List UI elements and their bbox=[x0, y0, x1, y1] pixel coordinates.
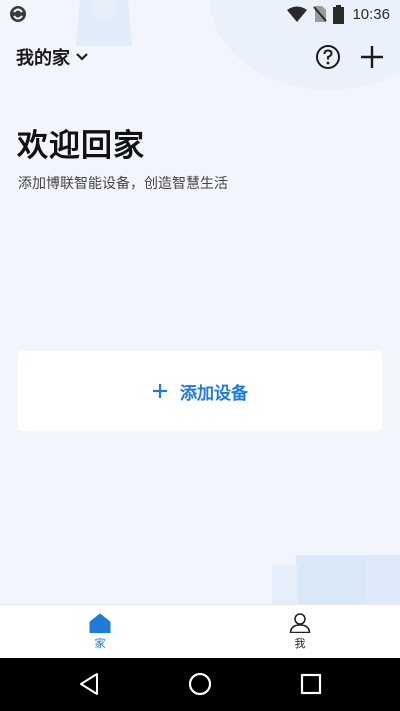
no-sim-icon bbox=[313, 6, 328, 22]
home-selector[interactable]: 我的家 bbox=[16, 44, 88, 70]
bottom-tab-bar: 家 我 bbox=[0, 604, 400, 659]
wifi-icon bbox=[287, 6, 308, 22]
chevron-down-icon bbox=[76, 53, 88, 61]
help-icon[interactable] bbox=[315, 44, 341, 70]
tab-me-label: 我 bbox=[294, 637, 306, 650]
app-screen: 10:36 我的家 欢迎回家 添加博联智能设备，创造智慧生活 添加设备 家 我 bbox=[0, 0, 400, 711]
plus-icon[interactable] bbox=[358, 43, 386, 71]
welcome-title: 欢迎回家 bbox=[17, 128, 145, 164]
tab-home[interactable]: 家 bbox=[0, 605, 200, 659]
tab-home-label: 家 bbox=[94, 637, 106, 650]
home-circle-icon[interactable] bbox=[187, 671, 213, 697]
plus-icon bbox=[153, 384, 167, 398]
system-nav-bar bbox=[0, 658, 400, 711]
recents-icon[interactable] bbox=[298, 671, 324, 697]
welcome-subtitle: 添加博联智能设备，创造智慧生活 bbox=[18, 176, 228, 192]
back-icon[interactable] bbox=[77, 671, 103, 697]
add-device-label: 添加设备 bbox=[180, 383, 248, 404]
status-time: 10:36 bbox=[352, 5, 390, 23]
background-decoration bbox=[76, 0, 400, 604]
battery-icon bbox=[333, 4, 345, 24]
header: 我的家 bbox=[0, 38, 400, 78]
app-notification-icon bbox=[10, 6, 26, 22]
status-bar: 10:36 bbox=[0, 0, 400, 28]
home-name: 我的家 bbox=[16, 48, 70, 69]
tab-me[interactable]: 我 bbox=[200, 605, 400, 659]
user-icon bbox=[289, 613, 311, 633]
add-device-button[interactable]: 添加设备 bbox=[18, 351, 382, 431]
home-icon bbox=[89, 613, 111, 633]
